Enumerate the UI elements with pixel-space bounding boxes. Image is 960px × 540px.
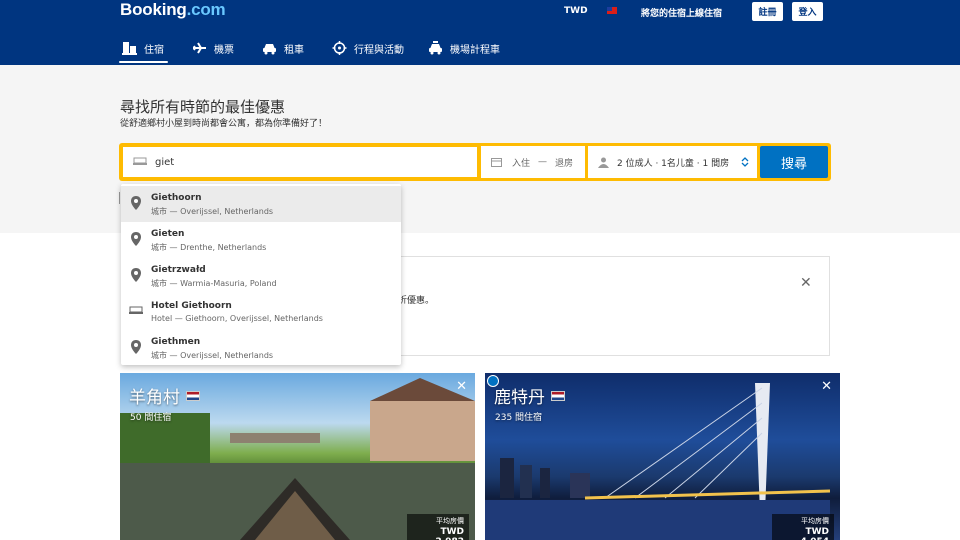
- nav-attractions[interactable]: 行程與活動: [332, 38, 404, 58]
- suggestion-desc: 城市 — Warmia-Masuria, Poland: [151, 279, 277, 288]
- search-bar: 入住 — 退房 2 位成人 · 1名儿童 · 1 間房 搜尋: [119, 143, 831, 181]
- price-value: TWD 4,054: [801, 527, 829, 540]
- nav-taxi-label: 機場計程車: [450, 44, 500, 56]
- page-subtitle: 從舒適鄉村小屋到時尚都會公寓，都為你準備好了！: [120, 119, 328, 129]
- currency-selector[interactable]: TWD: [564, 6, 588, 16]
- attractions-icon: [332, 41, 347, 55]
- nav-active-indicator: [119, 61, 168, 63]
- promo-close-icon[interactable]: ✕: [800, 276, 812, 290]
- promo-text: 折優惠。: [398, 296, 435, 306]
- checkin-label: 入住: [512, 158, 531, 169]
- search-button[interactable]: 搜尋: [760, 146, 828, 178]
- card-property-count: 235 間住宿: [495, 413, 543, 423]
- suggestion-name: Hotel Giethoorn: [151, 301, 232, 311]
- suggestion-desc: 城市 — Overijssel, Netherlands: [151, 207, 274, 216]
- page-title: 尋找所有時節的最佳優惠: [120, 98, 286, 116]
- person-icon: [598, 157, 609, 168]
- card-title: 羊角村: [129, 383, 200, 408]
- pin-icon: [131, 232, 141, 246]
- register-button[interactable]: 註冊: [752, 2, 783, 21]
- nav-flights[interactable]: 機票: [192, 38, 234, 58]
- calendar-icon: [491, 158, 502, 167]
- user-badge-icon: [487, 375, 499, 387]
- price-label: 平均房價: [801, 517, 829, 525]
- checkout-label: 退房: [555, 158, 574, 169]
- pin-icon: [131, 196, 141, 210]
- nav-attractions-label: 行程與活動: [354, 44, 404, 56]
- bed-icon: [122, 42, 137, 55]
- suggestion-name: Giethoorn: [151, 193, 202, 203]
- list-property-link[interactable]: 將您的住宿上線住宿: [641, 6, 722, 19]
- autocomplete-dropdown: Giethoorn 城市 — Overijssel, Netherlands G…: [121, 184, 401, 365]
- pin-icon: [131, 268, 141, 282]
- destination-card-rotterdam[interactable]: 鹿特丹 235 間住宿 ✕ 平均房價 TWD 4,054: [485, 373, 840, 540]
- bed-icon: [133, 157, 147, 165]
- nav-stays[interactable]: 住宿: [122, 38, 164, 58]
- nav-airport-taxis[interactable]: 機場計程車: [428, 38, 500, 58]
- nav-car-label: 租車: [284, 44, 304, 56]
- close-icon[interactable]: ✕: [456, 380, 467, 393]
- date-separator: —: [538, 157, 548, 167]
- card-title: 鹿特丹: [494, 383, 565, 408]
- nav-flights-label: 機票: [214, 44, 234, 56]
- suggestion-item[interactable]: Giethoorn 城市 — Overijssel, Netherlands: [121, 186, 401, 222]
- chevron-updown-icon: [741, 157, 749, 167]
- suggestion-item[interactable]: Gietrzwałd 城市 — Warmia-Masuria, Poland: [121, 258, 401, 294]
- suggestion-name: Gietrzwałd: [151, 265, 206, 275]
- nav-stays-label: 住宿: [144, 44, 164, 56]
- price-value: TWD 2,982: [436, 527, 464, 540]
- plane-icon: [193, 42, 206, 54]
- nav-car-rentals[interactable]: 租車: [262, 38, 304, 58]
- top-header: Booking.com TWD 將您的住宿上線住宿 註冊 登入 住宿 機票 租車…: [0, 0, 960, 65]
- bed-icon: [129, 306, 143, 314]
- suggestion-name: Giethmen: [151, 337, 201, 347]
- language-flag-icon[interactable]: [607, 7, 617, 14]
- close-icon[interactable]: ✕: [821, 380, 832, 393]
- suggestion-desc: 城市 — Drenthe, Netherlands: [151, 243, 267, 252]
- price-label: 平均房價: [436, 517, 464, 525]
- date-field[interactable]: 入住 — 退房: [481, 146, 585, 178]
- guests-summary: 2 位成人 · 1名儿童 · 1 間房: [617, 158, 730, 169]
- suggestion-item[interactable]: Gieten 城市 — Drenthe, Netherlands: [121, 222, 401, 258]
- suggestion-item[interactable]: Hotel Giethoorn Hotel — Giethoorn, Overi…: [121, 294, 401, 330]
- price-box: 平均房價 TWD 2,982: [407, 514, 469, 540]
- suggestion-desc: 城市 — Overijssel, Netherlands: [151, 351, 274, 360]
- sign-in-button[interactable]: 登入: [792, 2, 823, 21]
- taxi-icon: [429, 41, 442, 55]
- guests-field[interactable]: 2 位成人 · 1名儿童 · 1 間房: [588, 146, 757, 178]
- booking-logo[interactable]: Booking.com: [120, 0, 226, 20]
- netherlands-flag-icon: [551, 390, 565, 401]
- destination-card-giethoorn[interactable]: 羊角村 50 間住宿 ✕ 平均房價 TWD 2,982: [120, 373, 475, 540]
- suggestion-name: Gieten: [151, 229, 185, 239]
- destination-input[interactable]: [155, 156, 455, 168]
- price-box: 平均房價 TWD 4,054: [772, 514, 834, 540]
- suggestion-item[interactable]: Giethmen 城市 — Overijssel, Netherlands: [121, 330, 401, 366]
- pin-icon: [131, 340, 141, 354]
- destination-field[interactable]: [122, 146, 478, 178]
- car-icon: [263, 44, 276, 55]
- netherlands-flag-icon: [186, 390, 200, 401]
- suggestion-desc: Hotel — Giethoorn, Overijssel, Netherlan…: [151, 314, 323, 323]
- card-property-count: 50 間住宿: [130, 413, 172, 423]
- promo-banner: [380, 256, 830, 356]
